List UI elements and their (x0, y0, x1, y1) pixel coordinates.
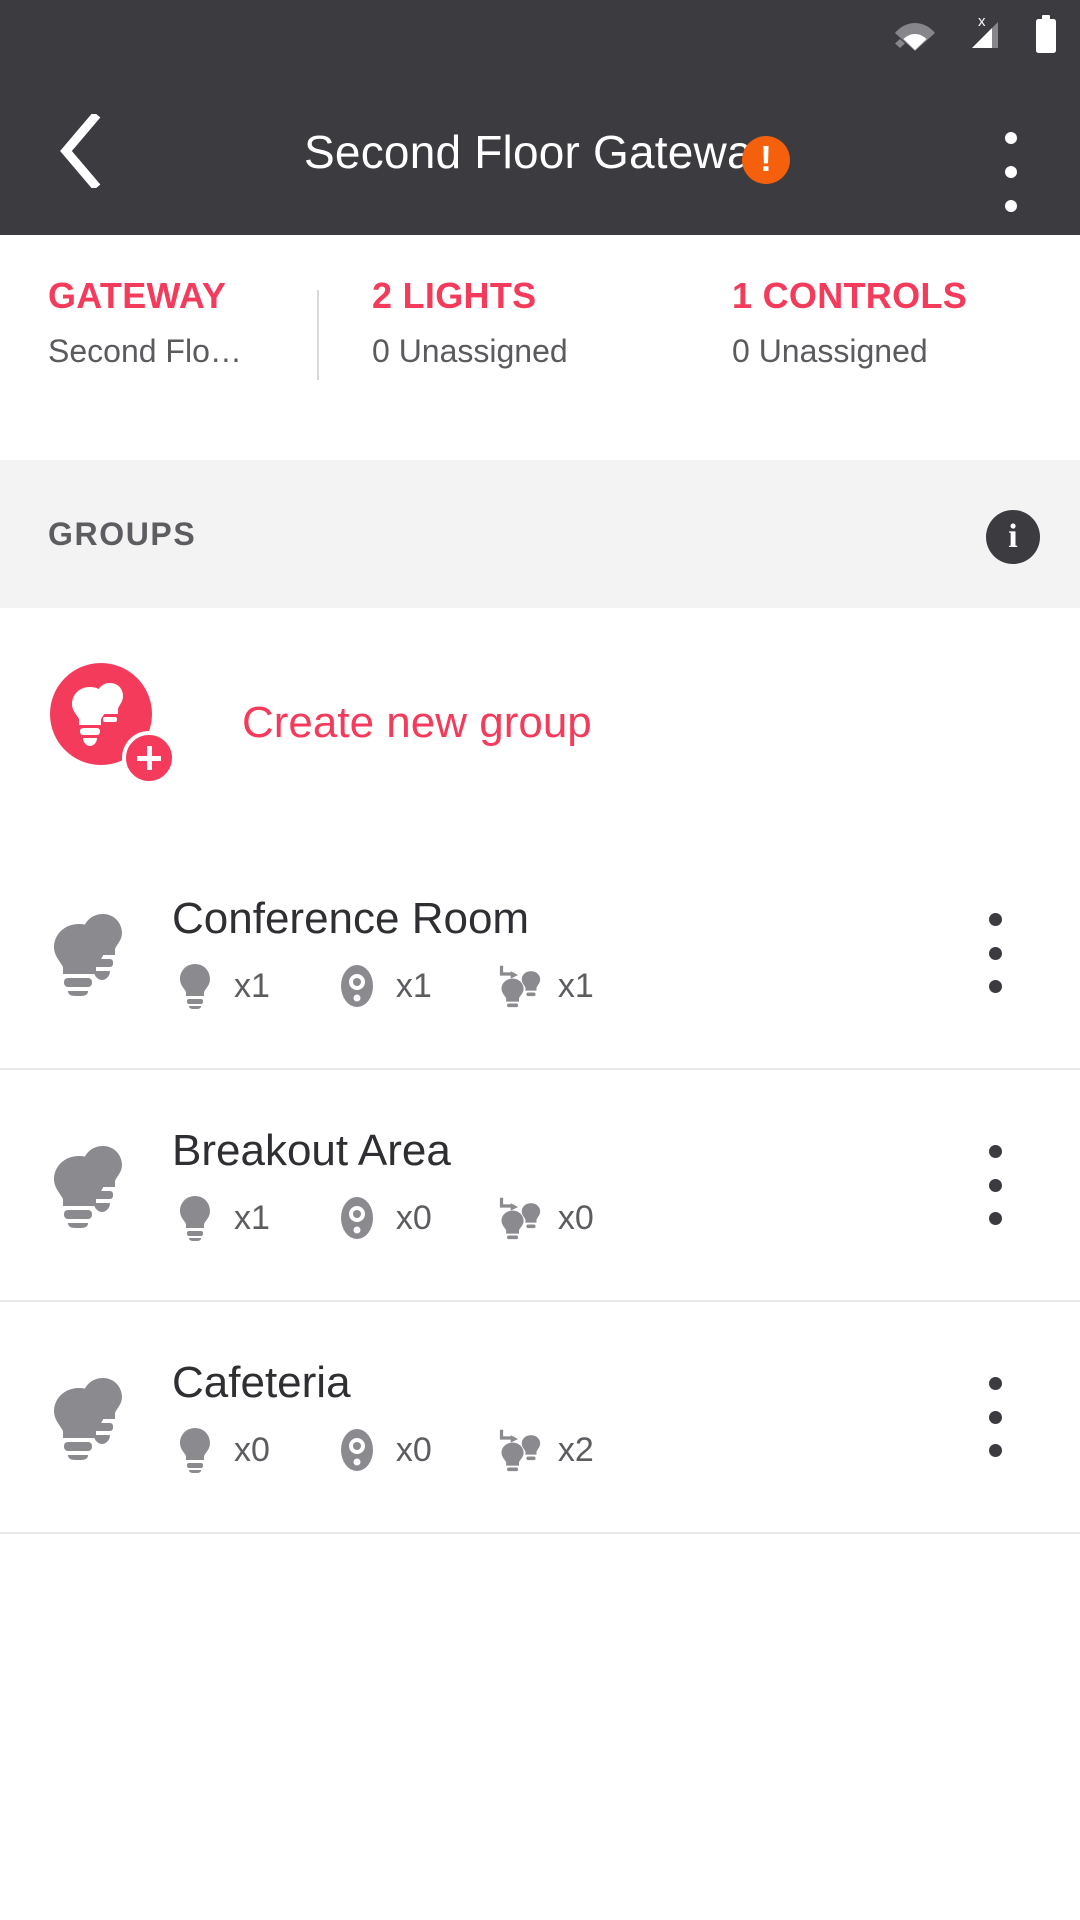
stat-title: 2 LIGHTS (372, 275, 537, 316)
stat-subtitle: 0 Unassigned (372, 333, 568, 369)
battery-icon (1036, 15, 1056, 53)
alert-exclamation-icon: ! (760, 138, 772, 179)
meta-controls: x0 (334, 1427, 432, 1473)
overflow-dot (988, 946, 1002, 960)
status-bar-icons: x (894, 14, 1058, 54)
create-new-group-label: Create new group (242, 698, 592, 747)
meta-count: x0 (557, 1198, 594, 1237)
scene-icon (496, 962, 542, 1010)
group-details: Conference Room x1 x1 x1 (172, 893, 1080, 1010)
meta-scenes: x1 (496, 962, 594, 1010)
group-details: Breakout Area x1 x0 x0 (172, 1125, 1080, 1242)
empty-area (0, 1536, 1080, 1920)
groups-section-label: GROUPS (48, 515, 197, 552)
meta-count: x1 (234, 966, 270, 1005)
remote-control-icon (334, 1195, 380, 1241)
overflow-dot (988, 980, 1002, 993)
group-name: Cafeteria (172, 1357, 351, 1407)
overflow-menu-button[interactable] (976, 124, 1046, 220)
overflow-dot (1005, 132, 1017, 144)
meta-count: x1 (557, 966, 594, 1005)
group-meta: x1 x1 x1 (172, 962, 1080, 1010)
bulb-icon (172, 1427, 218, 1474)
two-bulbs-icon (48, 1142, 140, 1228)
stat-title: 1 CONTROLS (732, 275, 968, 316)
overflow-dot (988, 1410, 1002, 1424)
overflow-dot (1005, 166, 1017, 178)
group-name: Conference Room (172, 893, 530, 943)
remote-control-icon (334, 963, 380, 1009)
two-bulbs-icon (48, 1374, 140, 1460)
page-title: Second Floor Gateway (304, 125, 776, 178)
group-meta: x0 x0 x2 (172, 1426, 1080, 1474)
bulb-icon (172, 963, 218, 1010)
group-name: Breakout Area (172, 1125, 451, 1175)
row-overflow-menu-button[interactable] (964, 1139, 1026, 1231)
meta-controls: x1 (334, 963, 432, 1009)
meta-count: x2 (557, 1430, 594, 1469)
stats-divider (317, 290, 319, 380)
group-details: Cafeteria x0 x0 x2 (172, 1357, 1080, 1474)
stat-title: GATEWAY (48, 275, 227, 316)
info-icon: i (1008, 518, 1018, 555)
meta-count: x0 (395, 1198, 432, 1237)
meta-lights: x0 (172, 1427, 270, 1474)
table-row[interactable]: Breakout Area x1 x0 x0 (0, 1070, 1080, 1302)
table-row[interactable]: Conference Room x1 x1 x1 (0, 838, 1080, 1070)
app-bar: Second Floor Gateway ! (0, 68, 1080, 235)
overflow-dot (988, 913, 1002, 926)
info-button[interactable]: i (986, 510, 1040, 564)
cellular-x-label: x (978, 14, 986, 30)
overflow-dot (988, 1178, 1002, 1192)
meta-count: x0 (395, 1430, 432, 1469)
alert-badge[interactable]: ! (742, 136, 790, 184)
plus-badge-icon (122, 731, 176, 785)
create-group-bulbs-icon (50, 663, 176, 785)
summary-stats: GATEWAY Second Flo… 2 LIGHTS 0 Unassigne… (0, 235, 1080, 372)
groups-section-header: GROUPS i (0, 460, 1080, 608)
wifi-icon (895, 23, 935, 51)
stat-gateway[interactable]: GATEWAY Second Flo… (0, 235, 310, 372)
create-new-group-row[interactable]: Create new group (0, 608, 1080, 838)
row-overflow-menu-button[interactable] (964, 907, 1026, 999)
overflow-dot (988, 1145, 1002, 1158)
bulbs-glyph (72, 683, 123, 746)
meta-count: x1 (395, 966, 432, 1005)
meta-count: x0 (234, 1430, 270, 1469)
stat-lights[interactable]: 2 LIGHTS 0 Unassigned (310, 235, 670, 372)
meta-count: x1 (234, 1198, 270, 1237)
table-row[interactable]: Cafeteria x0 x0 x2 (0, 1302, 1080, 1534)
app-screen: x Second Floor Gateway ! GATEWAY Second … (0, 0, 1080, 1920)
stat-subtitle: Second Flo… (48, 333, 242, 369)
meta-lights: x1 (172, 1195, 270, 1242)
groups-list: Conference Room x1 x1 x1 Breakout Area x… (0, 838, 1080, 1534)
bulb-icon (172, 1195, 218, 1242)
meta-scenes: x0 (496, 1194, 594, 1242)
two-bulbs-icon (48, 910, 140, 996)
overflow-dot (1005, 200, 1017, 212)
meta-scenes: x2 (496, 1426, 594, 1474)
status-bar: x (0, 0, 1080, 68)
scene-icon (496, 1194, 542, 1242)
group-meta: x1 x0 x0 (172, 1194, 1080, 1242)
remote-control-icon (334, 1427, 380, 1473)
row-overflow-menu-button[interactable] (964, 1371, 1026, 1463)
scene-icon (496, 1426, 542, 1474)
meta-lights: x1 (172, 963, 270, 1010)
meta-controls: x0 (334, 1195, 432, 1241)
stat-controls[interactable]: 1 CONTROLS 0 Unassigned (670, 235, 1080, 372)
overflow-dot (988, 1377, 1002, 1390)
cellular-signal-icon: x (972, 14, 998, 48)
overflow-dot (988, 1212, 1002, 1225)
stat-subtitle: 0 Unassigned (732, 333, 928, 369)
overflow-dot (988, 1444, 1002, 1457)
